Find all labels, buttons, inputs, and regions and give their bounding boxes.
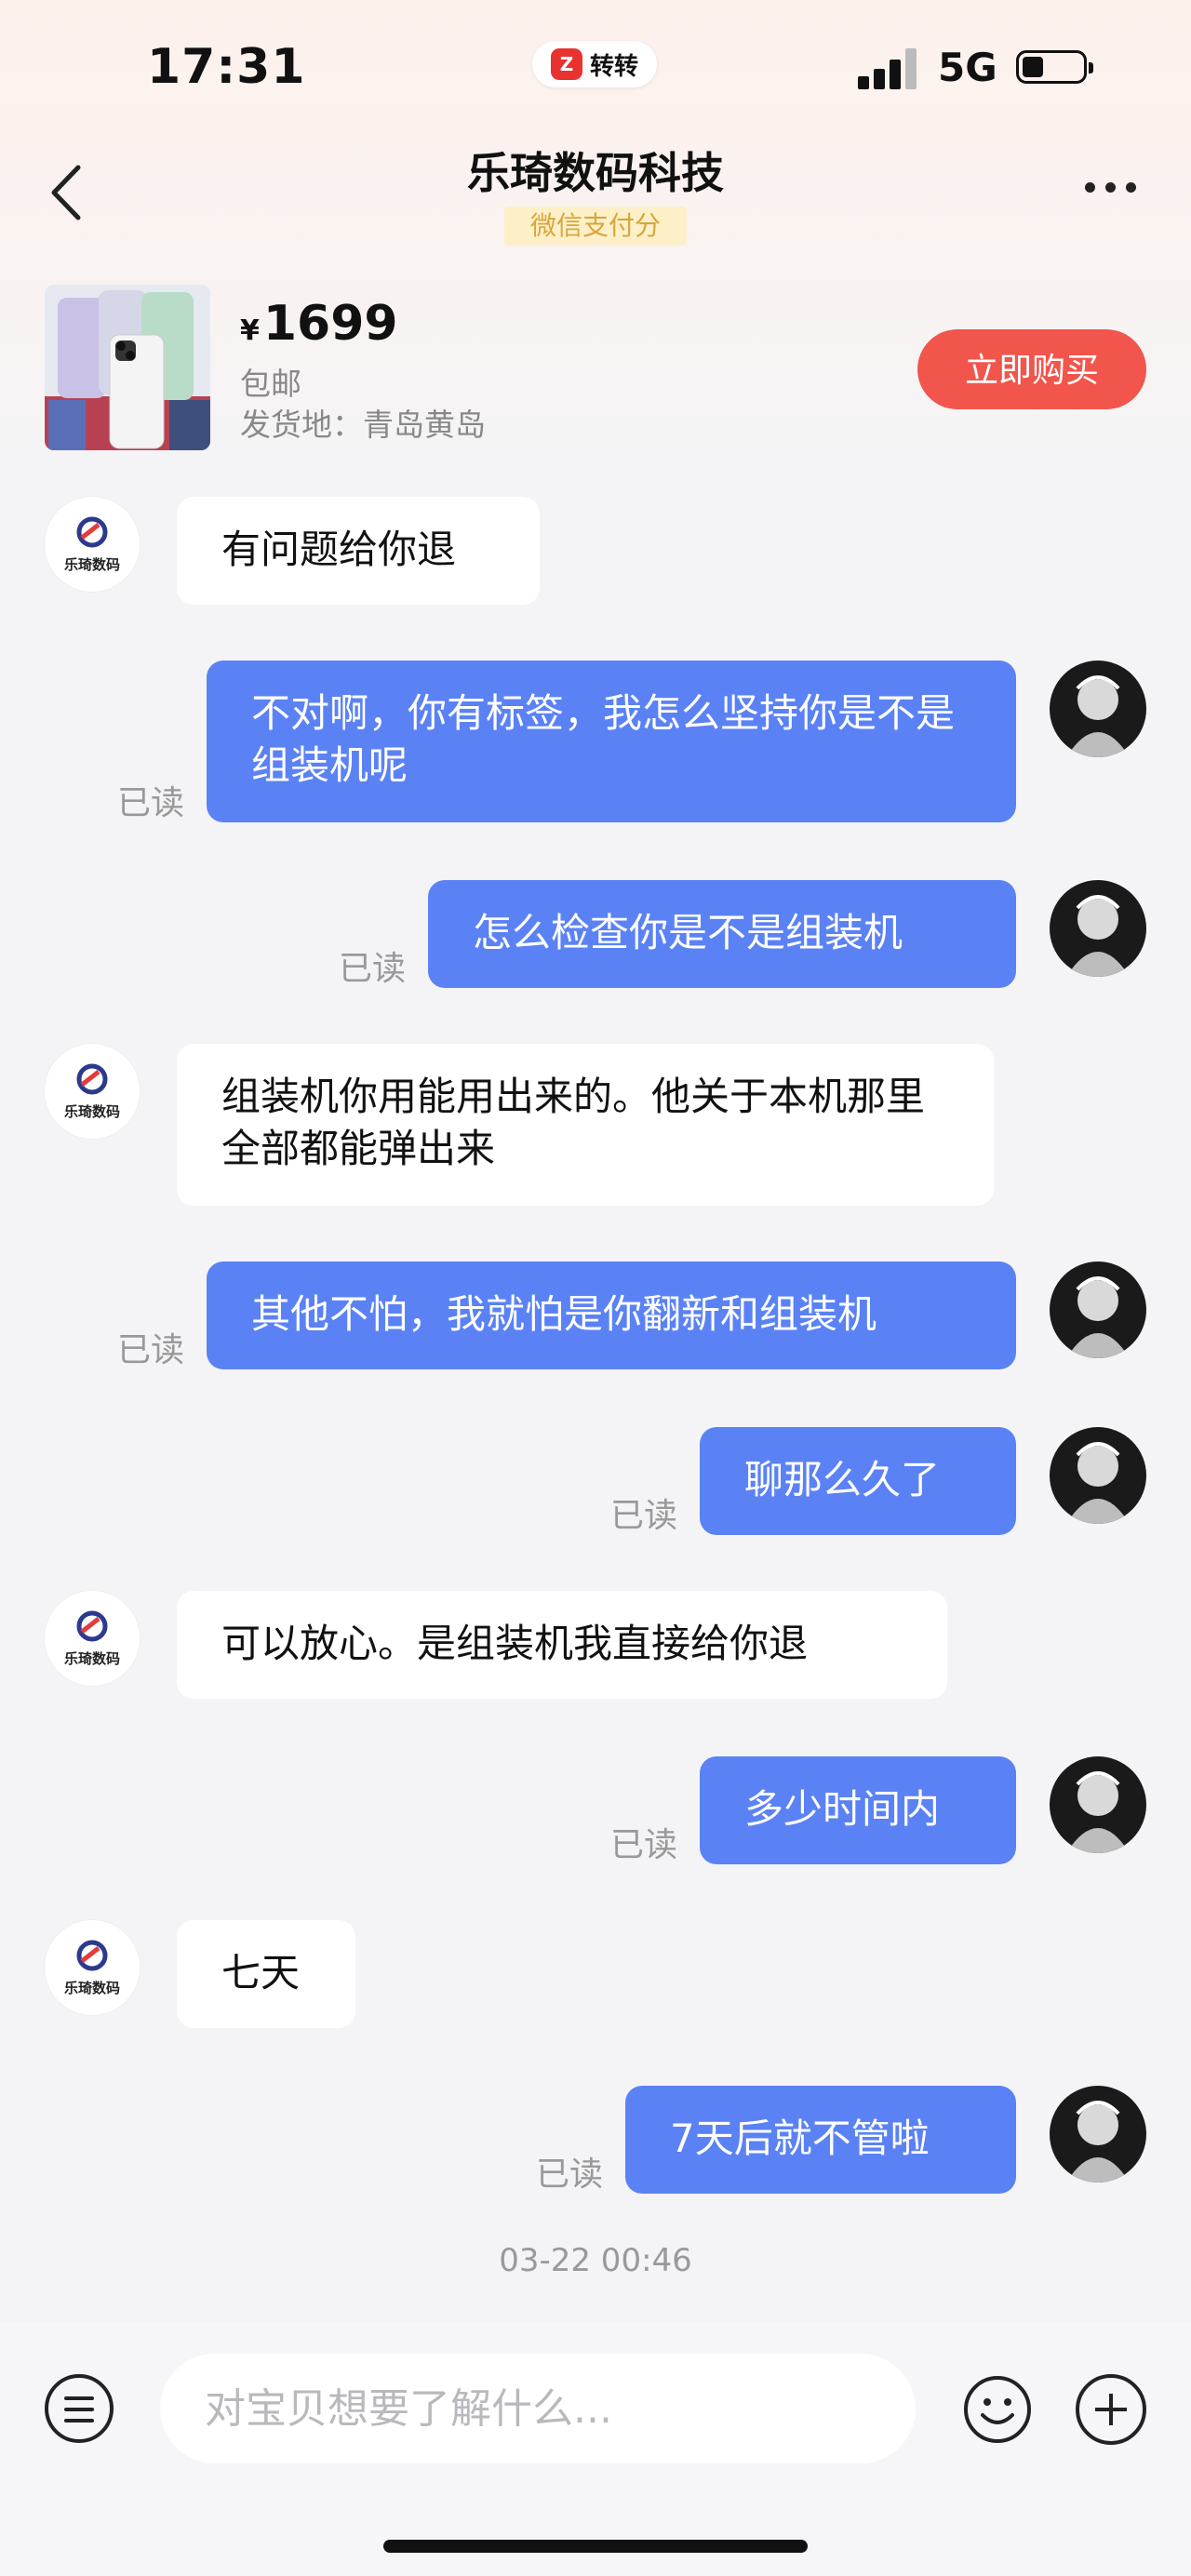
shop-avatar[interactable]: 乐琦数码 bbox=[45, 1920, 140, 2015]
shipping-origin: 发货地：青岛黄岛 bbox=[240, 407, 486, 443]
received-message-bubble[interactable]: 有问题给你退 bbox=[177, 497, 540, 605]
received-message-bubble[interactable]: 七天 bbox=[177, 1920, 355, 2028]
shop-avatar[interactable]: 乐琦数码 bbox=[45, 1044, 140, 1139]
price-value: 1699 bbox=[262, 296, 398, 352]
shop-avatar-text: 乐琦数码 bbox=[63, 1103, 120, 1120]
more-icon[interactable] bbox=[1085, 182, 1141, 201]
sent-message-bubble[interactable]: 不对啊，你有标签，我怎么坚持你是不是组装机呢 bbox=[207, 661, 1016, 822]
battery-level bbox=[1023, 57, 1043, 77]
plus-icon[interactable] bbox=[1076, 2374, 1146, 2445]
read-status: 已读 bbox=[117, 1331, 185, 1369]
read-status: 已读 bbox=[117, 784, 185, 822]
user-avatar[interactable] bbox=[1050, 2086, 1146, 2182]
shop-avatar-text: 乐琦数码 bbox=[63, 1650, 120, 1667]
wechat-pay-score-tag: 微信支付分 bbox=[504, 207, 687, 246]
shop-avatar-text: 乐琦数码 bbox=[63, 1980, 120, 1996]
network-type: 5G bbox=[938, 45, 997, 90]
shop-avatar[interactable]: 乐琦数码 bbox=[45, 497, 140, 592]
read-status: 已读 bbox=[339, 950, 407, 988]
product-price: ¥1699 bbox=[240, 296, 398, 352]
message-input[interactable] bbox=[160, 2354, 916, 2463]
battery-icon bbox=[1016, 50, 1093, 84]
currency-symbol: ¥ bbox=[240, 314, 260, 347]
user-avatar[interactable] bbox=[1050, 1756, 1146, 1853]
app-name: 转转 bbox=[589, 52, 638, 81]
received-message-bubble[interactable]: 可以放心。是组装机我直接给你退 bbox=[177, 1591, 947, 1699]
shop-avatar[interactable]: 乐琦数码 bbox=[45, 1591, 140, 1686]
product-image[interactable] bbox=[45, 285, 210, 450]
shipping-info: 包邮 bbox=[240, 366, 301, 402]
user-avatar[interactable] bbox=[1050, 880, 1146, 977]
home-indicator[interactable] bbox=[383, 2540, 808, 2553]
read-status: 已读 bbox=[536, 2156, 604, 2194]
sent-message-bubble[interactable]: 聊那么久了 bbox=[700, 1427, 1016, 1535]
message-timestamp: 03-22 00:46 bbox=[499, 2242, 692, 2279]
read-status: 已读 bbox=[610, 1826, 678, 1864]
app-indicator-pill[interactable]: Z 转转 bbox=[532, 41, 657, 87]
status-bar: 17:31 Z 转转 5G bbox=[0, 0, 1191, 140]
emoji-icon[interactable] bbox=[962, 2374, 1033, 2445]
shop-avatar-text: 乐琦数码 bbox=[63, 556, 120, 573]
sent-message-bubble[interactable]: 其他不怕，我就怕是你翻新和组装机 bbox=[207, 1261, 1016, 1369]
user-avatar[interactable] bbox=[1050, 661, 1146, 757]
sent-message-bubble[interactable]: 多少时间内 bbox=[700, 1756, 1016, 1864]
user-avatar[interactable] bbox=[1050, 1427, 1146, 1524]
buy-now-button[interactable]: 立即购买 bbox=[917, 329, 1146, 409]
menu-icon[interactable] bbox=[45, 2374, 114, 2443]
zhuanzhuan-logo-icon: Z bbox=[550, 48, 582, 80]
status-time: 17:31 bbox=[147, 39, 306, 95]
page-title: 乐琦数码科技 bbox=[467, 148, 724, 198]
user-avatar[interactable] bbox=[1050, 1261, 1146, 1358]
read-status: 已读 bbox=[610, 1497, 678, 1535]
received-message-bubble[interactable]: 组装机你用能用出来的。他关于本机那里全部都能弹出来 bbox=[177, 1044, 994, 1206]
sent-message-bubble[interactable]: 7天后就不管啦 bbox=[625, 2086, 1016, 2194]
signal-icon bbox=[858, 47, 917, 89]
sent-message-bubble[interactable]: 怎么检查你是不是组装机 bbox=[428, 880, 1016, 988]
